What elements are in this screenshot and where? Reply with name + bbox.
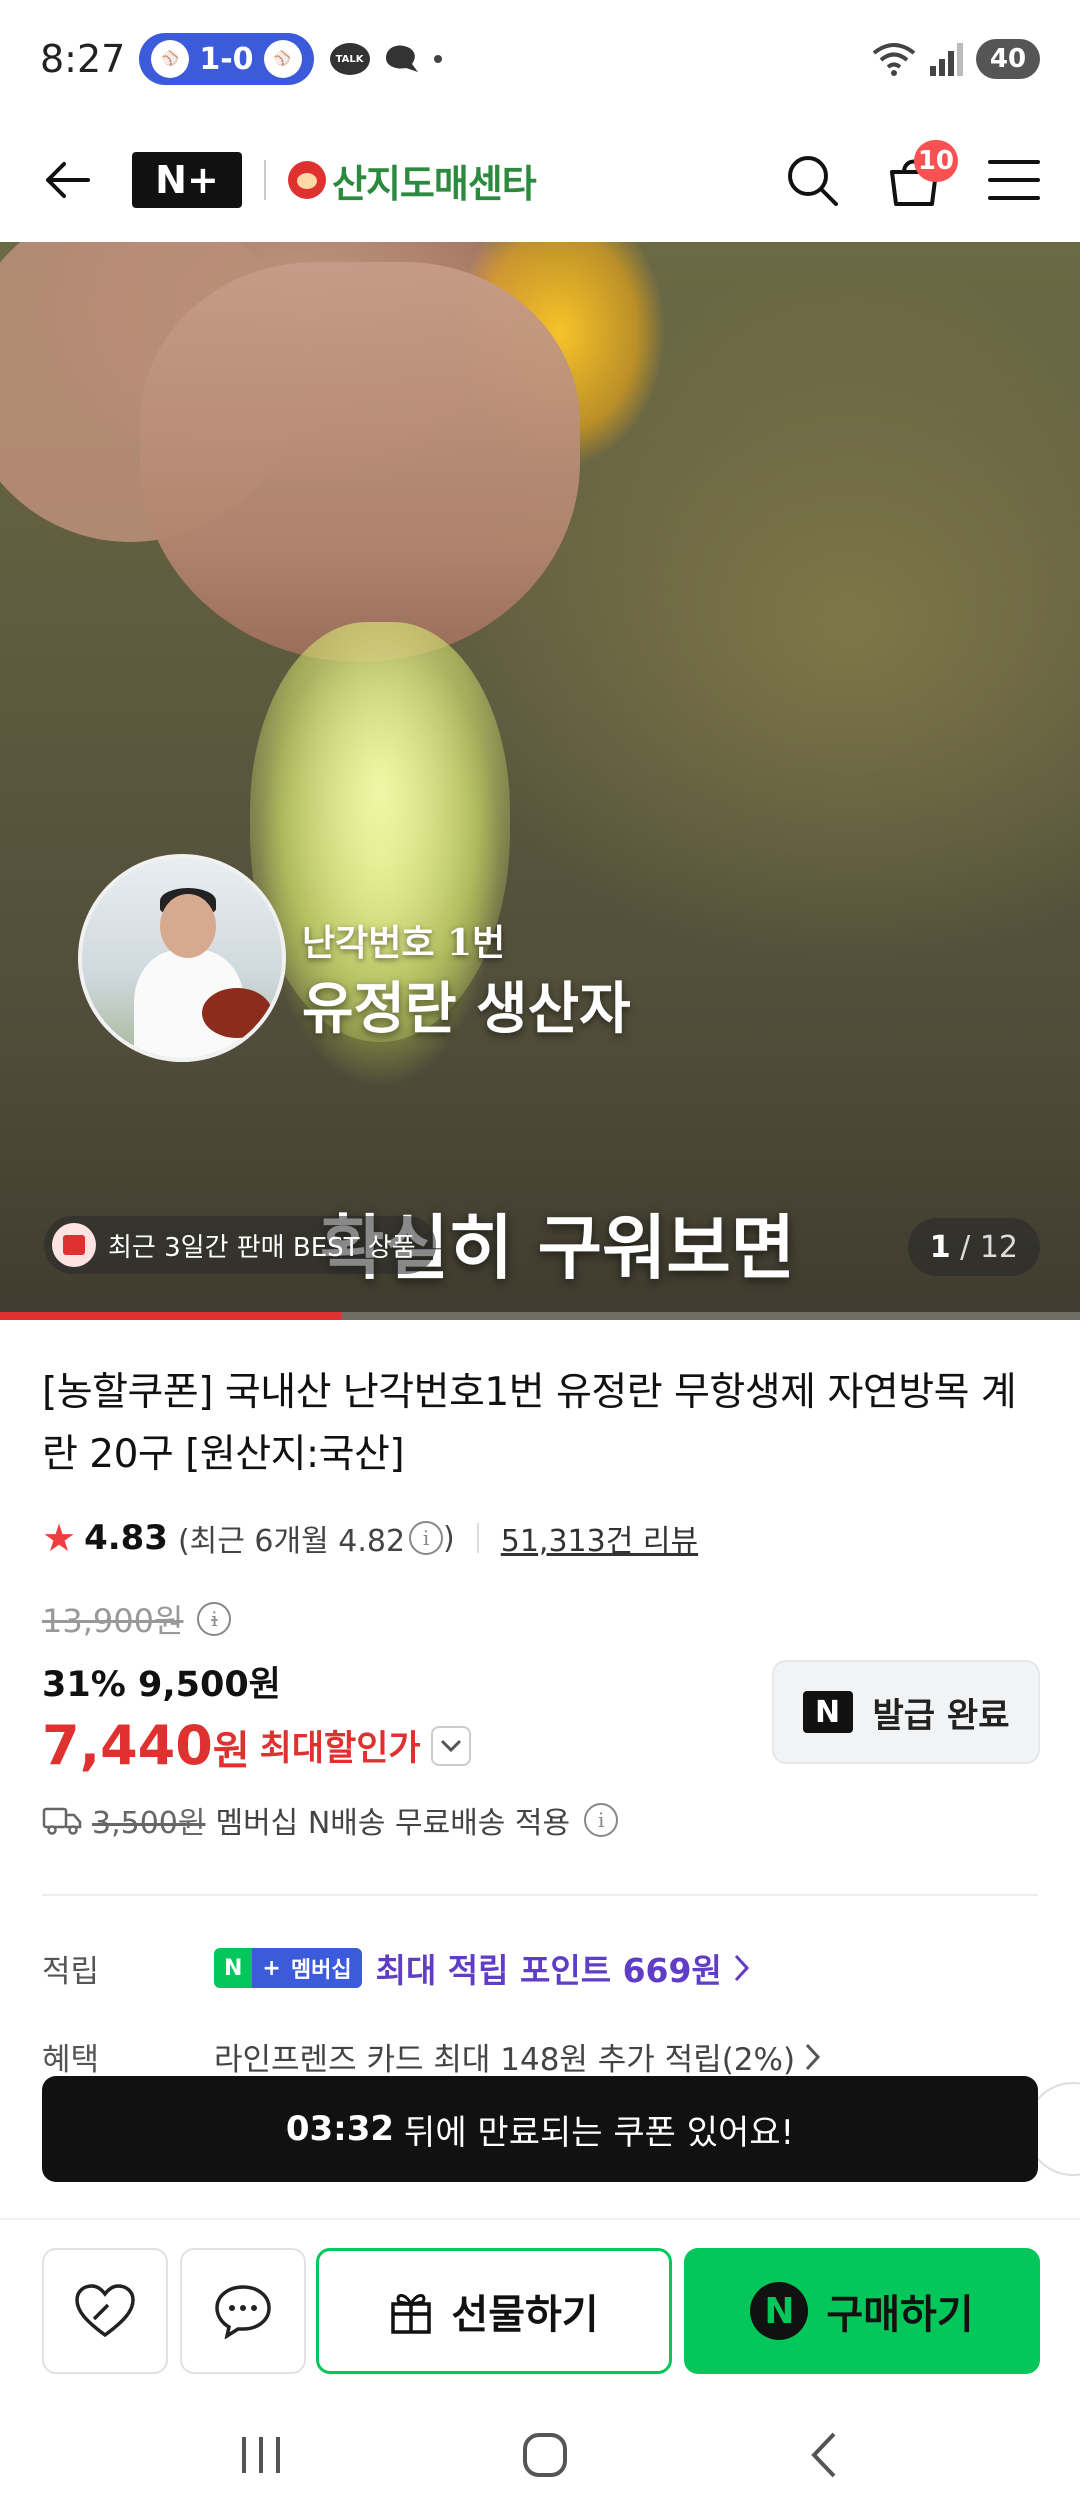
rating-divider <box>476 1523 479 1553</box>
best-seller-tag: 최근 3일간 판매 BEST 상품 <box>44 1216 436 1274</box>
carousel-page-indicator: 1 / 12 <box>907 1218 1040 1276</box>
nplus-logo[interactable]: N+ <box>132 152 242 208</box>
back-button[interactable] <box>40 154 92 206</box>
max-discount-row[interactable]: 7,440원 최대할인가 <box>42 1714 471 1777</box>
coupon-expiry-time: 03:32 <box>285 2109 395 2149</box>
max-discount-price-unit: 원 <box>212 1728 250 1774</box>
wifi-icon <box>872 43 916 76</box>
best-seller-label: 최근 3일간 판매 BEST 상품 <box>108 1232 416 1263</box>
header-actions: 10 <box>784 140 1040 210</box>
naver-pay-n-icon: N <box>750 2282 809 2340</box>
hero-caption-big: 유정란 생산자 <box>302 977 631 1042</box>
recent-rating: (최근 6개월 4.82 <box>177 1524 406 1559</box>
chat-button[interactable] <box>180 2248 306 2374</box>
perk-label: 혜택 <box>42 2042 100 2078</box>
original-price-value: 13,900원 <box>42 1602 184 1640</box>
gift-button[interactable]: 선물하기 <box>316 2248 672 2374</box>
carousel-current-page: 1 <box>929 1229 951 1265</box>
chevron-right-icon <box>805 2043 821 2070</box>
sale-price-line: 31% 9,500원 <box>42 1665 281 1705</box>
search-icon[interactable] <box>784 152 840 208</box>
notification-icons: TALK <box>329 42 442 76</box>
producer-avatar <box>78 854 286 1062</box>
max-points-text: 최대 적립 포인트 669원 <box>375 1951 722 1990</box>
nplus-membership-badge: N + 멤버십 <box>214 1948 362 1988</box>
carousel-progress-bar <box>0 1312 1080 1320</box>
points-row[interactable]: 적립 N + 멤버십 최대 적립 포인트 669원 <box>42 1944 752 1992</box>
bottom-action-bar: 선물하기 N 구매하기 <box>0 2218 1080 2390</box>
system-nav-bar <box>0 2390 1080 2520</box>
section-divider <box>42 1894 1038 1896</box>
price-info-icon[interactable]: i <box>197 1602 232 1636</box>
nplus-badge-text: 멤버십 <box>290 1948 362 1988</box>
hamburger-menu-icon[interactable] <box>988 158 1040 202</box>
review-count-link[interactable]: 51,313건 리뷰 <box>501 1516 698 1560</box>
heart-icon <box>75 2284 135 2338</box>
cart-count-badge: 10 <box>913 140 958 182</box>
buy-button-label: 구매하기 <box>826 2292 974 2338</box>
chevron-right-icon <box>734 1954 749 1982</box>
original-price: 13,900원 i <box>42 1596 232 1642</box>
store-logo[interactable]: 산지도매센타 <box>288 153 537 208</box>
naver-n-icon: N <box>802 1691 853 1733</box>
carousel-total-pages: 12 <box>979 1229 1018 1265</box>
recent-rating-close: ) <box>443 1520 455 1556</box>
coupon-issued-button[interactable]: N 발급 완료 <box>772 1660 1040 1764</box>
gift-icon <box>391 2294 432 2334</box>
coupon-expiry-message: 뒤에 만료되는 쿠폰 있어요! <box>404 2112 795 2153</box>
store-mascot-icon <box>288 161 326 199</box>
nplus-badge-n: N <box>214 1948 253 1988</box>
app-header: N+ 산지도매센타 10 <box>0 118 1080 242</box>
carousel-progress-fill <box>0 1312 341 1320</box>
cart-button[interactable]: 10 <box>884 140 958 210</box>
delivery-truck-icon <box>42 1807 82 1835</box>
gift-box-icon <box>52 1223 96 1267</box>
star-icon: ★ <box>42 1516 77 1560</box>
max-discount-price-number: 7,440 <box>42 1714 213 1777</box>
home-icon[interactable] <box>520 2430 570 2480</box>
perk-row[interactable]: 혜택 라인프렌즈 카드 최대 148원 추가 적립(2%) <box>42 2034 823 2079</box>
buy-button[interactable]: N 구매하기 <box>684 2248 1040 2374</box>
points-label: 적립 <box>42 1953 100 1990</box>
team-logo-icon: ⚾ <box>263 40 302 78</box>
nplus-logo-text: N+ <box>155 158 219 202</box>
shipping-text: 멤버십 N배송 무료배송 적용 <box>215 1806 571 1841</box>
system-back-icon[interactable] <box>806 2430 842 2480</box>
info-icon[interactable]: i <box>409 1521 444 1555</box>
signal-icon <box>930 43 963 76</box>
perk-text: 라인프렌즈 카드 최대 148원 추가 적립(2%) <box>214 2042 796 2078</box>
hero-caption-small: 난각번호 1번 <box>302 922 506 964</box>
coupon-expiry-toast: 03:32 뒤에 만료되는 쿠폰 있어요! <box>42 2076 1038 2182</box>
shipping-row: 3,500원 멤버십 N배송 무료배송 적용 i <box>42 1798 619 1842</box>
product-image-carousel[interactable]: 난각번호 1번 유정란 생산자 확실히 구워보면 최근 3일간 판매 BEST … <box>0 242 1080 1320</box>
product-title: [농할쿠폰] 국내산 난각번호1번 유정란 무항생제 자연방목 계란 20구 [… <box>42 1370 1017 1477</box>
status-time: 8:27 <box>40 37 126 81</box>
rating-score: 4.83 <box>84 1518 168 1558</box>
coupon-issued-label: 발급 완료 <box>872 1695 1010 1736</box>
live-score-pill: ⚾ 1-0 ⚾ <box>139 33 314 85</box>
talk-icon: TALK <box>329 43 370 75</box>
max-discount-label: 최대할인가 <box>259 1729 421 1769</box>
rating-row: ★ 4.83 (최근 6개월 4.82 i ) 51,313건 리뷰 <box>42 1516 698 1560</box>
wishlist-button[interactable] <box>42 2248 168 2374</box>
thread-icon <box>385 45 418 72</box>
battery-indicator: 40 <box>976 39 1040 79</box>
team-logo-icon: ⚾ <box>151 40 190 78</box>
recent-apps-icon[interactable] <box>238 2433 284 2477</box>
shipping-fee: 3,500원 <box>92 1806 206 1841</box>
system-indicators: 40 <box>872 39 1040 79</box>
nplus-badge-plus: + <box>252 1948 291 1988</box>
header-divider <box>264 160 266 200</box>
status-bar: 8:27 ⚾ 1-0 ⚾ TALK 40 <box>0 0 1080 118</box>
more-notifications-dot <box>433 55 442 63</box>
hero-finger-shape <box>140 262 580 662</box>
chevron-down-icon[interactable] <box>430 1725 471 1766</box>
chat-bubble-icon <box>215 2285 271 2339</box>
live-score: 1-0 <box>199 41 254 77</box>
arrow-left-icon <box>46 162 90 198</box>
gift-button-label: 선물하기 <box>451 2292 599 2338</box>
shipping-info-icon[interactable]: i <box>584 1803 619 1837</box>
store-name: 산지도매센타 <box>332 161 537 206</box>
max-discount-price: 7,440원 <box>42 1714 250 1777</box>
